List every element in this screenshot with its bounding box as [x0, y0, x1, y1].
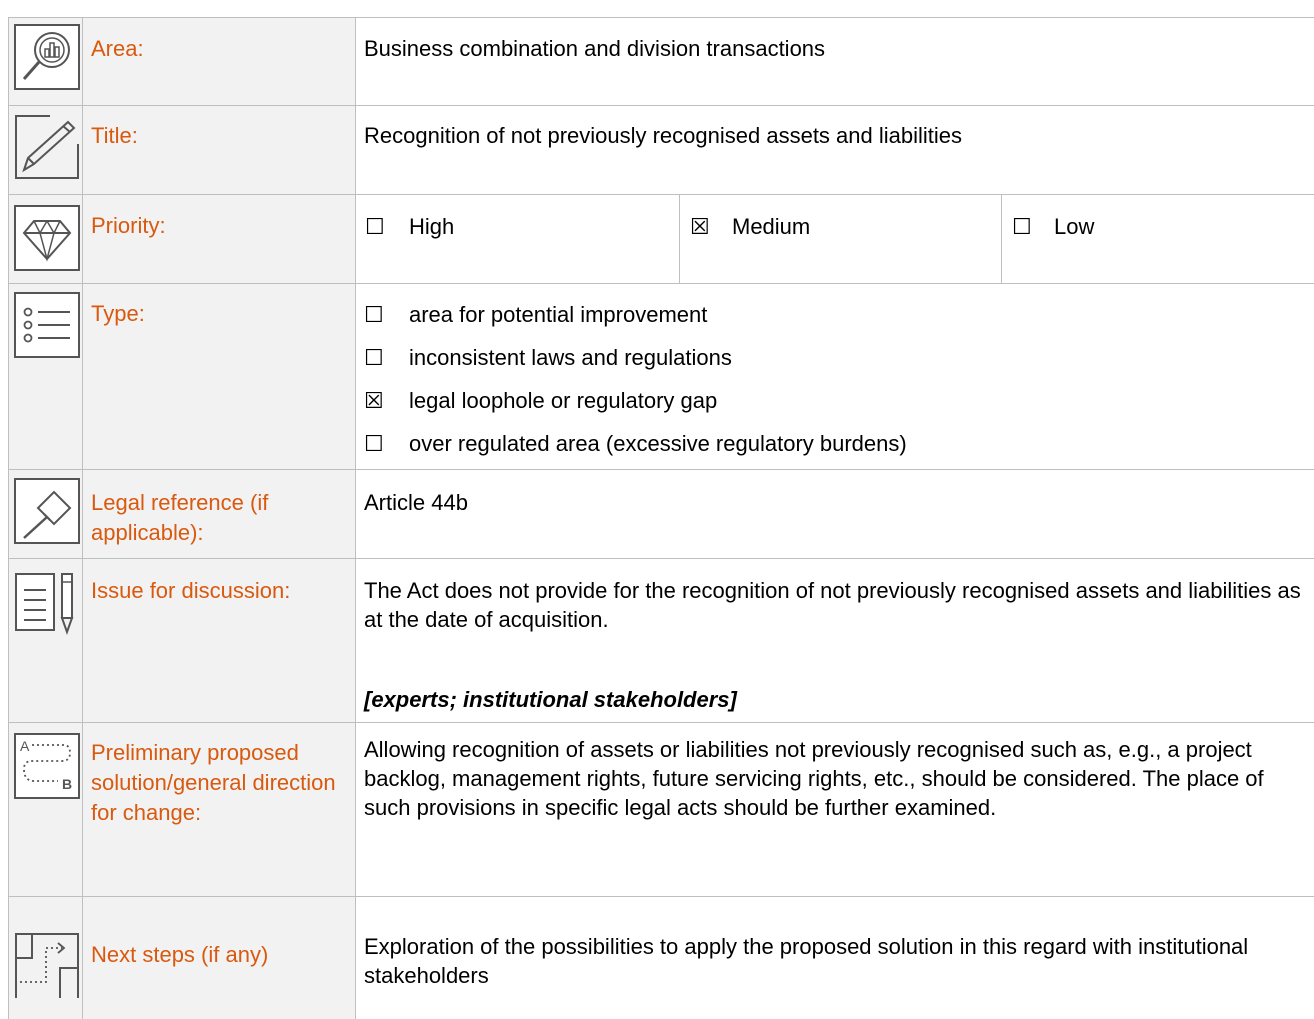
solution-value: Allowing recognition of assets or liabil… [364, 737, 1264, 820]
next-steps-value: Exploration of the possibilities to appl… [364, 934, 1249, 988]
checkbox-icon[interactable]: ☐ [364, 429, 409, 458]
area-value: Business combination and division transa… [364, 36, 826, 61]
next-steps-label: Next steps (if any) [91, 942, 269, 967]
priority-option-text: Low [1054, 214, 1095, 239]
checkbox-icon[interactable]: ☐ [364, 343, 409, 372]
type-option-text: area for potential improvement [409, 302, 708, 327]
type-option-text: legal loophole or regulatory gap [409, 388, 718, 413]
type-option[interactable]: ☐ inconsistent laws and regulations [364, 343, 732, 372]
area-label: Area: [91, 36, 144, 61]
issue-value: The Act does not provide for the recogni… [364, 578, 1301, 632]
issue-stakeholders: [experts; institutional stakeholders] [364, 687, 737, 712]
floorplan-icon [15, 933, 79, 998]
svg-text:B: B [62, 776, 72, 792]
row-divider [8, 194, 1314, 195]
document-pen-icon [15, 573, 74, 635]
title-label: Title: [91, 123, 138, 148]
priority-label: Priority: [91, 213, 166, 238]
gavel-icon [14, 478, 80, 544]
issue-label: Issue for discussion: [91, 578, 291, 603]
row-divider [8, 896, 1314, 897]
priority-option-medium[interactable]: ☒ Medium [690, 212, 810, 241]
type-option-text: inconsistent laws and regulations [409, 345, 732, 370]
priority-option-low[interactable]: ☐ Low [1012, 212, 1094, 241]
priority-divider [1001, 195, 1002, 283]
pencil-icon [15, 115, 79, 179]
row-divider [8, 469, 1314, 470]
column-divider [82, 17, 83, 1019]
type-label: Type: [91, 301, 145, 326]
svg-text:A: A [20, 738, 30, 754]
type-option[interactable]: ☐ over regulated area (excessive regulato… [364, 429, 907, 458]
priority-option-text: High [409, 214, 455, 239]
legal-reference-label: Legal reference (if applicable): [91, 490, 269, 545]
column-divider [355, 17, 356, 1019]
checkbox-icon[interactable]: ☒ [690, 212, 718, 241]
checkbox-icon[interactable]: ☒ [364, 386, 409, 415]
priority-option-high[interactable]: ☐ High [365, 212, 454, 241]
magnifier-chart-icon [14, 24, 80, 90]
type-option[interactable]: ☐ area for potential improvement [364, 300, 707, 329]
row-divider [8, 558, 1314, 559]
checkbox-icon[interactable]: ☐ [364, 300, 409, 329]
title-value: Recognition of not previously recognised… [364, 123, 963, 148]
row-divider [8, 283, 1314, 284]
type-option-text: over regulated area (excessive regulator… [409, 431, 907, 456]
solution-label: Preliminary proposed solution/general di… [91, 740, 336, 825]
diamond-icon [14, 205, 80, 271]
issue-record-table: Area: Business combination and division … [0, 0, 1314, 1019]
checkbox-icon[interactable]: ☐ [1012, 212, 1040, 241]
checkbox-icon[interactable]: ☐ [365, 212, 393, 241]
type-option[interactable]: ☒ legal loophole or regulatory gap [364, 386, 717, 415]
route-a-b-icon: A B [14, 733, 80, 799]
list-icon [14, 292, 80, 358]
priority-option-text: Medium [732, 214, 811, 239]
priority-divider [679, 195, 680, 283]
table-left-border [8, 17, 9, 1019]
row-divider [8, 105, 1314, 106]
row-divider [8, 722, 1314, 723]
table-top-border [8, 17, 1314, 18]
legal-reference-value: Article 44b [364, 490, 468, 515]
